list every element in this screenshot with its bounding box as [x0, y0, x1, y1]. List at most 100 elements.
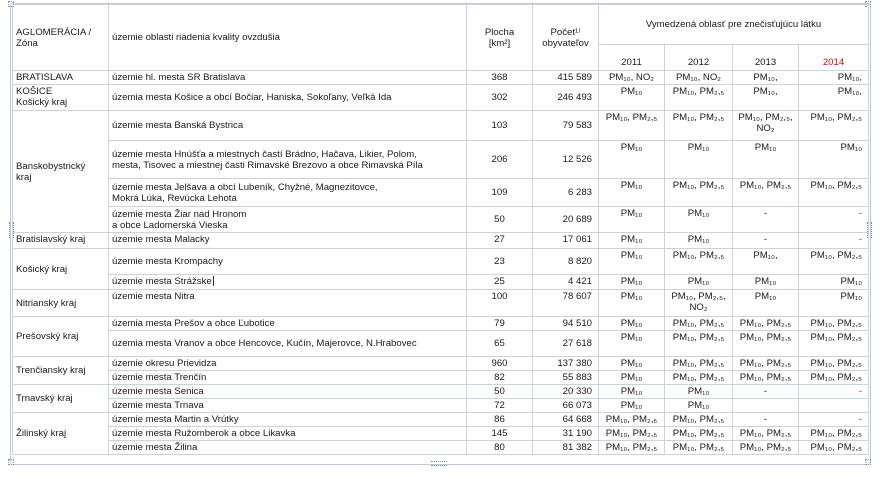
territory-cell[interactable]: územie mesta Ružomberok a obce Likavka [108, 426, 467, 441]
pm-2014-cell[interactable]: PM₁₀, PM₂,₅ [797, 330, 870, 357]
header-territory[interactable]: územie oblasti riadenia kvality ovzdušia [108, 4, 467, 71]
pm-2014-cell[interactable]: PM₁₀, PM₂,₅ [797, 356, 870, 371]
zone-cell[interactable]: Trnavský kraj [12, 384, 109, 413]
pm-2012-cell[interactable]: PM₁₀, PM₂,₅ [664, 356, 733, 371]
pm-2014-cell[interactable]: PM₁₀, PM₂,₅ [797, 178, 870, 207]
population-cell[interactable]: 55 883 [532, 370, 599, 385]
year-2014[interactable]: 2014 [797, 44, 870, 71]
pm-2012-cell[interactable]: PM₁₀, PM₂,₅ [664, 110, 733, 141]
area-cell[interactable]: 103 [466, 110, 533, 141]
pm-2011-cell[interactable]: PM₁₀ [598, 316, 665, 331]
population-cell[interactable]: 20 330 [532, 384, 599, 399]
header-population[interactable]: Počet¹⁾ obyvateľov [532, 4, 599, 71]
zone-cell[interactable]: Nitriansky kraj [12, 289, 109, 317]
pm-2012-cell[interactable]: PM₁₀, PM₂,₅ [664, 178, 733, 207]
zone-cell[interactable]: Banskobystrický kraj [12, 110, 109, 233]
area-cell[interactable]: 79 [466, 316, 533, 331]
pm-2013-cell[interactable]: - [732, 384, 799, 399]
territory-cell[interactable]: územia mesta Vranov a obce Hencovce, Kuč… [108, 330, 467, 357]
pm-2012-cell[interactable]: PM₁₀, PM₂,₅ [664, 84, 733, 111]
pm-2012-cell[interactable]: PM₁₀ [664, 384, 733, 399]
territory-cell[interactable]: územia mesta Prešov a obce Ľubotice [108, 316, 467, 331]
territory-cell[interactable]: územie mesta Nitra [108, 289, 467, 317]
area-cell[interactable]: 50 [466, 384, 533, 399]
zone-cell[interactable]: Bratislavský kraj [12, 232, 109, 249]
pm-2013-cell[interactable] [732, 398, 799, 413]
year-2011[interactable]: 2011 [598, 44, 665, 71]
population-cell[interactable]: 81 382 [532, 440, 599, 455]
territory-cell[interactable]: územie mesta Trenčín [108, 370, 467, 385]
population-cell[interactable]: 78 607 [532, 289, 599, 317]
pm-2012-cell[interactable]: PM₁₀, PM₂,₅, NO₂ [664, 289, 733, 317]
pm-2014-cell[interactable]: PM₁₀, PM₂,₅ [797, 440, 870, 455]
pm-2014-cell[interactable]: - [797, 384, 870, 399]
population-cell[interactable]: 8 820 [532, 248, 599, 275]
population-cell[interactable]: 27 618 [532, 330, 599, 357]
zone-cell[interactable]: Trenčiansky kraj [12, 356, 109, 385]
pm-2011-cell[interactable]: PM₁₀ [598, 289, 665, 317]
area-cell[interactable]: 145 [466, 426, 533, 441]
territory-cell[interactable]: územia mesta Košice a obcí Bočiar, Hanis… [108, 84, 467, 111]
pm-2013-cell[interactable]: - [732, 232, 799, 249]
area-cell[interactable]: 206 [466, 140, 533, 179]
territory-cell[interactable]: územie mesta Trnava [108, 398, 467, 413]
area-cell[interactable]: 50 [466, 206, 533, 233]
zone-cell[interactable]: BRATISLAVA [12, 70, 109, 85]
territory-cell[interactable]: územie okresu Prievidza [108, 356, 467, 371]
area-cell[interactable]: 65 [466, 330, 533, 357]
pm-2011-cell[interactable]: PM₁₀ [598, 398, 665, 413]
pm-2011-cell[interactable]: PM₁₀ [598, 84, 665, 111]
territory-cell[interactable]: územie mesta Senica [108, 384, 467, 399]
pm-2011-cell[interactable]: PM₁₀ [598, 140, 665, 179]
territory-cell[interactable]: územie mesta Žilina [108, 440, 467, 455]
pm-2014-cell[interactable]: PM₁₀, PM₂,₅ [797, 316, 870, 331]
pm-2011-cell[interactable]: PM₁₀ [598, 248, 665, 275]
pm-2014-cell[interactable]: PM₁₀, [797, 70, 870, 85]
pm-2012-cell[interactable]: PM₁₀ [664, 140, 733, 179]
pm-2013-cell[interactable]: PM₁₀, PM₂,₅ [732, 316, 799, 331]
zone-cell[interactable]: KOŠICE Košický kraj [12, 84, 109, 111]
pm-2012-cell[interactable]: PM₁₀, PM₂,₅ [664, 426, 733, 441]
pm-2012-cell[interactable]: PM₁₀, PM₂,₅ [664, 370, 733, 385]
pm-2014-cell[interactable]: PM₁₀, PM₂,₅ [797, 370, 870, 385]
resize-corner-bottom-left[interactable] [8, 459, 14, 465]
pm-2012-cell[interactable]: PM₁₀ [664, 274, 733, 290]
pm-2011-cell[interactable]: PM₁₀ [598, 232, 665, 249]
pm-2014-cell[interactable]: PM₁₀, PM₂,₅ [797, 248, 870, 275]
area-cell[interactable]: 25 [466, 274, 533, 290]
pm-2012-cell[interactable]: PM₁₀, PM₂,₅ [664, 440, 733, 455]
territory-cell[interactable]: územie mesta Banská Bystrica [108, 110, 467, 141]
pm-2013-cell[interactable]: PM₁₀, PM₂,₅ [732, 370, 799, 385]
pm-2011-cell[interactable]: PM₁₀ [598, 274, 665, 290]
header-zone[interactable]: AGLOMERÁCIA / Zóna [12, 4, 109, 71]
territory-cell[interactable]: územie mesta Krompachy [108, 248, 467, 275]
pm-2012-cell[interactable]: PM₁₀ [664, 206, 733, 233]
pm-2012-cell[interactable]: PM₁₀, PM₂,₅ [664, 248, 733, 275]
pm-2013-cell[interactable]: PM₁₀ [732, 289, 799, 317]
header-vymedzena[interactable]: Vymedzená oblasť pre znečisťujúcu látku [597, 4, 870, 45]
area-cell[interactable]: 23 [466, 248, 533, 275]
pm-2013-cell[interactable]: PM₁₀, PM₂,₅ [732, 440, 799, 455]
territory-cell[interactable]: územie mesta Hnúšťa a miestnych častí Br… [108, 140, 467, 179]
territory-cell[interactable]: územie mesta Malacky [108, 232, 467, 249]
resize-handle-bottom[interactable] [431, 461, 447, 466]
area-cell[interactable]: 109 [466, 178, 533, 207]
pm-2011-cell[interactable]: PM₁₀ [598, 330, 665, 357]
resize-corner-bottom-right[interactable] [865, 459, 871, 465]
pm-2014-cell[interactable]: PM₁₀ [797, 289, 870, 317]
pm-2014-cell[interactable]: PM₁₀, PM₂,₅ [797, 110, 870, 141]
population-cell[interactable]: 31 190 [532, 426, 599, 441]
header-area[interactable]: Plocha [km²] [466, 4, 533, 71]
pm-2013-cell[interactable]: PM₁₀, [732, 70, 799, 85]
population-cell[interactable]: 17 061 [532, 232, 599, 249]
population-cell[interactable]: 4 421 [532, 274, 599, 290]
pm-2012-cell[interactable]: PM₁₀, NO₂ [664, 70, 733, 85]
area-cell[interactable]: 80 [466, 440, 533, 455]
pm-2012-cell[interactable]: PM₁₀, PM₂,₅ [664, 330, 733, 357]
area-cell[interactable]: 27 [466, 232, 533, 249]
pm-2011-cell[interactable]: PM₁₀ [598, 384, 665, 399]
area-cell[interactable]: 368 [466, 70, 533, 85]
pm-2013-cell[interactable]: PM₁₀, [732, 84, 799, 111]
year-2013[interactable]: 2013 [732, 44, 799, 71]
area-cell[interactable]: 302 [466, 84, 533, 111]
